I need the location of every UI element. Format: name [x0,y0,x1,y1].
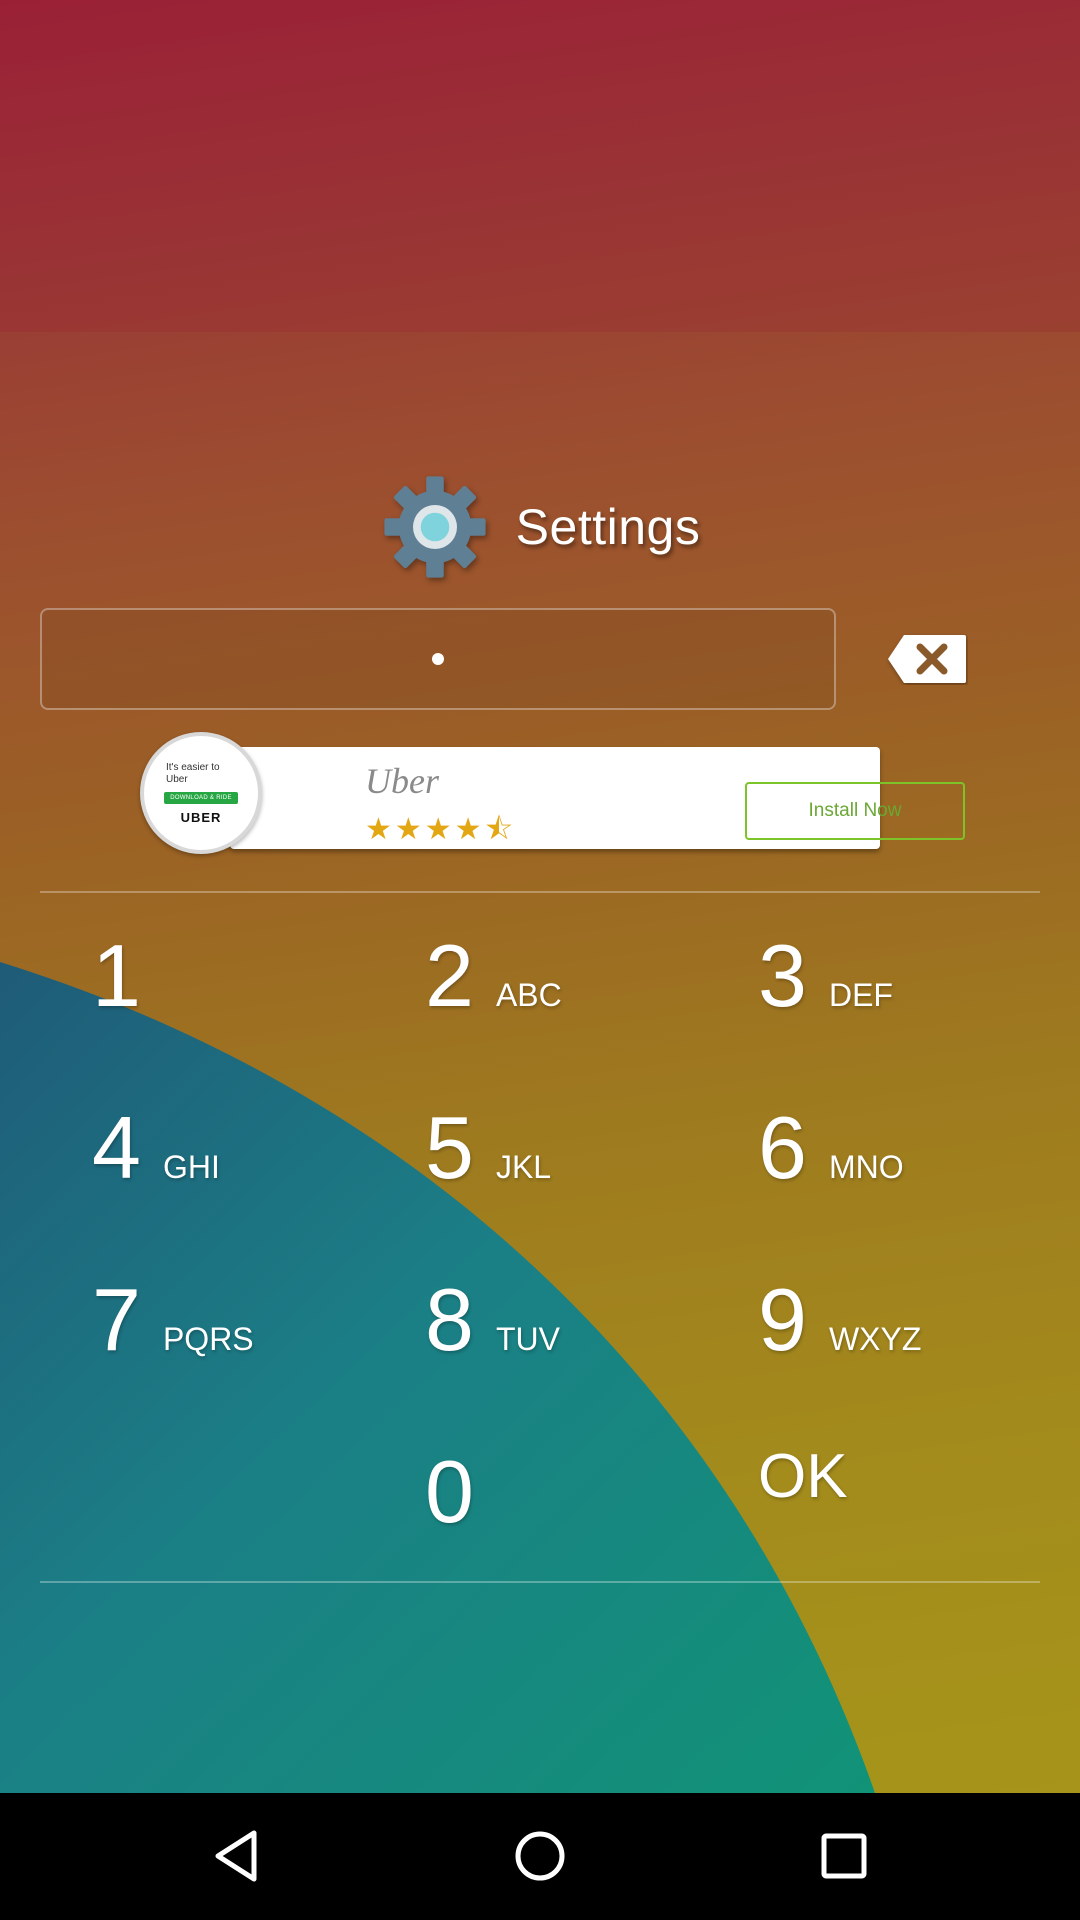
key-letters: DEF [828,977,893,1013]
keypad-key-1[interactable]: 1 [92,925,163,1035]
keypad-key-5[interactable]: 5 JKL [425,1097,551,1207]
key-digit: 0 [425,1442,474,1541]
key-letters: ABC [495,977,562,1013]
ad-badge-tagline: It's easier to Uber [166,761,220,785]
keypad-key-4[interactable]: 4 GHI [92,1097,220,1207]
install-now-button[interactable]: Install Now [745,782,965,840]
system-nav-bar [0,1793,1080,1920]
backspace-icon[interactable] [886,633,968,685]
ad-rating-stars: ★★★★⯪ [365,813,516,846]
ad-app-name: Uber [365,761,439,801]
home-icon[interactable] [500,1823,580,1889]
key-digit: 5 [425,1098,474,1197]
keypad-top-divider [40,891,1040,893]
ok-button[interactable]: OK [758,1441,848,1551]
pin-input[interactable] [40,608,836,710]
key-digit: 1 [92,926,141,1025]
settings-header: Settings [0,462,1080,592]
key-letters: TUV [495,1321,560,1357]
gear-icon [384,476,486,578]
key-digit: 8 [425,1270,474,1369]
ad-badge-logo: UBER [180,809,222,825]
keypad-key-2[interactable]: 2 ABC [425,925,562,1035]
key-letters: WXYZ [828,1321,922,1357]
app-background [0,0,1080,1793]
key-digit: 2 [425,926,474,1025]
ad-banner[interactable]: Uber ★★★★⯪ Install Now It's easier to Ub… [140,732,965,857]
keypad-key-6[interactable]: 6 MNO [758,1097,904,1207]
keypad-key-8[interactable]: 8 TUV [425,1269,560,1379]
recents-icon[interactable] [804,1823,884,1889]
keypad-bottom-divider [40,1581,1040,1583]
ad-app-badge: It's easier to Uber DOWNLOAD & RIDE UBER [140,732,262,854]
keypad-key-3[interactable]: 3 DEF [758,925,893,1035]
key-digit: 3 [758,926,807,1025]
keypad-key-7[interactable]: 7 PQRS [92,1269,254,1379]
key-letters: PQRS [162,1321,254,1357]
key-digit: 9 [758,1270,807,1369]
key-digit: 6 [758,1098,807,1197]
back-icon[interactable] [196,1823,276,1889]
key-letters: JKL [495,1149,552,1185]
keypad-key-0[interactable]: 0 [425,1441,474,1551]
key-label: OK [758,1442,848,1511]
pin-entered-digit [432,653,444,665]
ad-card: Uber ★★★★⯪ Install Now [230,747,965,849]
teal-wallpaper-shape [0,962,875,1793]
key-digit: 7 [92,1270,141,1369]
page-title: Settings [515,499,701,555]
ad-badge-button: DOWNLOAD & RIDE [164,791,238,804]
key-letters: MNO [828,1149,904,1185]
key-letters: GHI [162,1149,220,1185]
keypad-key-9[interactable]: 9 WXYZ [758,1269,921,1379]
key-digit: 4 [92,1098,141,1197]
